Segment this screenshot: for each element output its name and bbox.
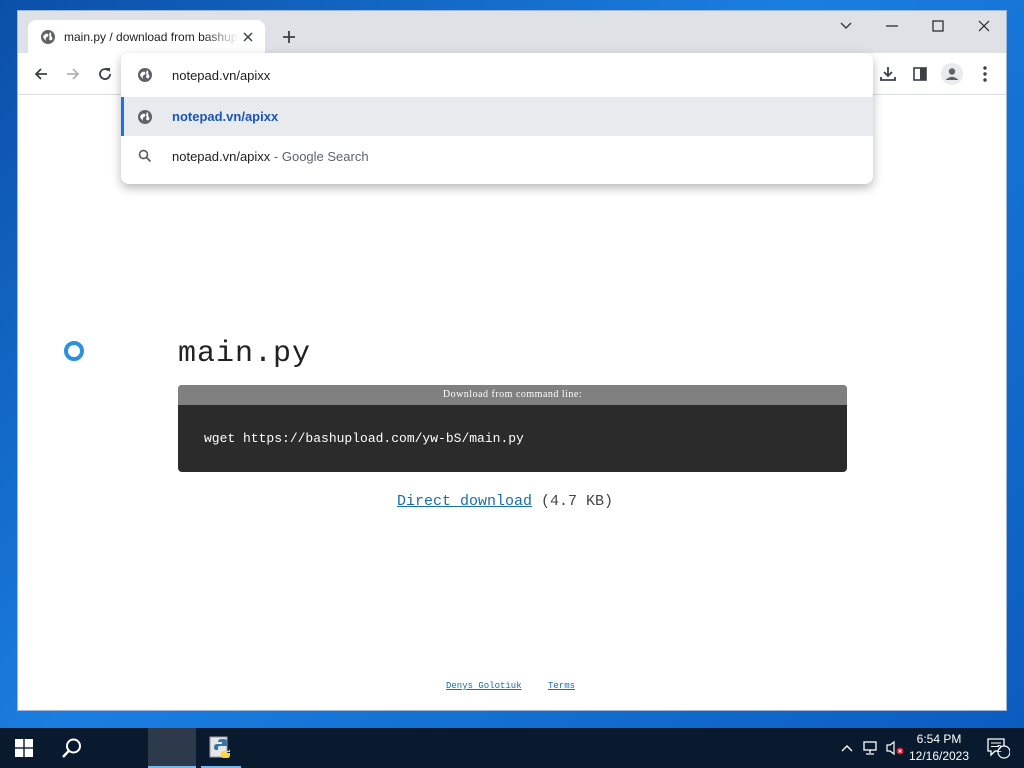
page-content: main.py Download from command line: wget…	[18, 96, 1006, 710]
show-hidden-icons-chevron-up-icon[interactable]	[838, 728, 856, 768]
minimize-button[interactable]	[869, 11, 915, 41]
python-app-icon	[209, 736, 230, 758]
globe-icon	[138, 68, 152, 82]
taskbar-chrome-app[interactable]	[148, 728, 196, 768]
suggestion-search-text: notepad.vn/apixx - Google Search	[172, 149, 369, 164]
address-bar[interactable]: notepad.vn/apixx	[121, 53, 873, 97]
file-size-text: (4.7 KB)	[541, 493, 614, 510]
omnibox-dropdown: notepad.vn/apixx notepad.vn/apixx notepa…	[121, 53, 873, 184]
omnibox-suggestion-url[interactable]: notepad.vn/apixx	[121, 97, 873, 136]
globe-icon	[41, 29, 55, 44]
omnibox-suggestion-search[interactable]: notepad.vn/apixx - Google Search	[121, 136, 873, 176]
reload-button[interactable]	[93, 62, 117, 86]
start-button[interactable]	[0, 728, 48, 768]
side-panel-icon[interactable]	[908, 62, 932, 86]
clock-date[interactable]: 12/16/2023	[906, 749, 972, 763]
more-menu-icon[interactable]	[973, 62, 997, 86]
direct-download-link[interactable]: Direct download	[397, 493, 532, 510]
windows-logo-icon	[15, 739, 33, 757]
volume-muted-icon[interactable]	[884, 728, 906, 768]
clock-time[interactable]: 6:54 PM	[906, 732, 972, 746]
action-center-button[interactable]: 2	[978, 728, 1018, 768]
page-scrollbar[interactable]	[1005, 133, 1007, 613]
suggestion-query: notepad.vn/apixx	[172, 148, 271, 164]
tab-search-button[interactable]	[823, 11, 869, 41]
search-icon	[138, 149, 152, 163]
new-tab-button[interactable]	[277, 25, 301, 49]
command-box: Download from command line: wget https:/…	[178, 385, 847, 472]
taskbar-python-app[interactable]	[201, 728, 241, 768]
search-icon	[62, 738, 81, 758]
footer-terms-link[interactable]: Terms	[548, 681, 575, 691]
download-line: Direct download (4.7 KB)	[397, 493, 613, 510]
back-button[interactable]	[29, 62, 53, 86]
footer-author-link[interactable]: Denys Golotiuk	[446, 681, 522, 691]
browser-tab[interactable]: main.py / download from bashupload	[28, 20, 265, 53]
windows-taskbar: 6:54 PM 12/16/2023 2	[0, 728, 1024, 768]
notification-count-badge: 2	[996, 744, 1002, 755]
close-tab-icon[interactable]	[239, 28, 257, 46]
command-text[interactable]: wget https://bashupload.com/yw-bS/main.p…	[204, 431, 524, 446]
taskbar-search-button[interactable]	[48, 728, 96, 768]
tab-title: main.py / download from bashupload	[64, 29, 239, 44]
maximize-button[interactable]	[915, 11, 961, 41]
close-window-button[interactable]	[961, 11, 1006, 41]
loading-indicator-icon	[64, 341, 84, 361]
suggestion-search-suffix: - Google Search	[270, 148, 369, 164]
browser-window: main.py / download from bashupload	[17, 10, 1007, 711]
forward-button[interactable]	[61, 62, 85, 86]
downloads-icon[interactable]	[876, 62, 900, 86]
file-name-heading: main.py	[178, 337, 312, 371]
network-icon[interactable]	[860, 728, 882, 768]
globe-icon	[138, 109, 152, 124]
profile-avatar-icon[interactable]	[940, 62, 964, 86]
address-input[interactable]: notepad.vn/apixx	[172, 68, 270, 83]
command-box-header: Download from command line:	[178, 385, 847, 405]
suggestion-url-text: notepad.vn/apixx	[172, 109, 279, 124]
tab-strip: main.py / download from bashupload	[18, 11, 1006, 53]
